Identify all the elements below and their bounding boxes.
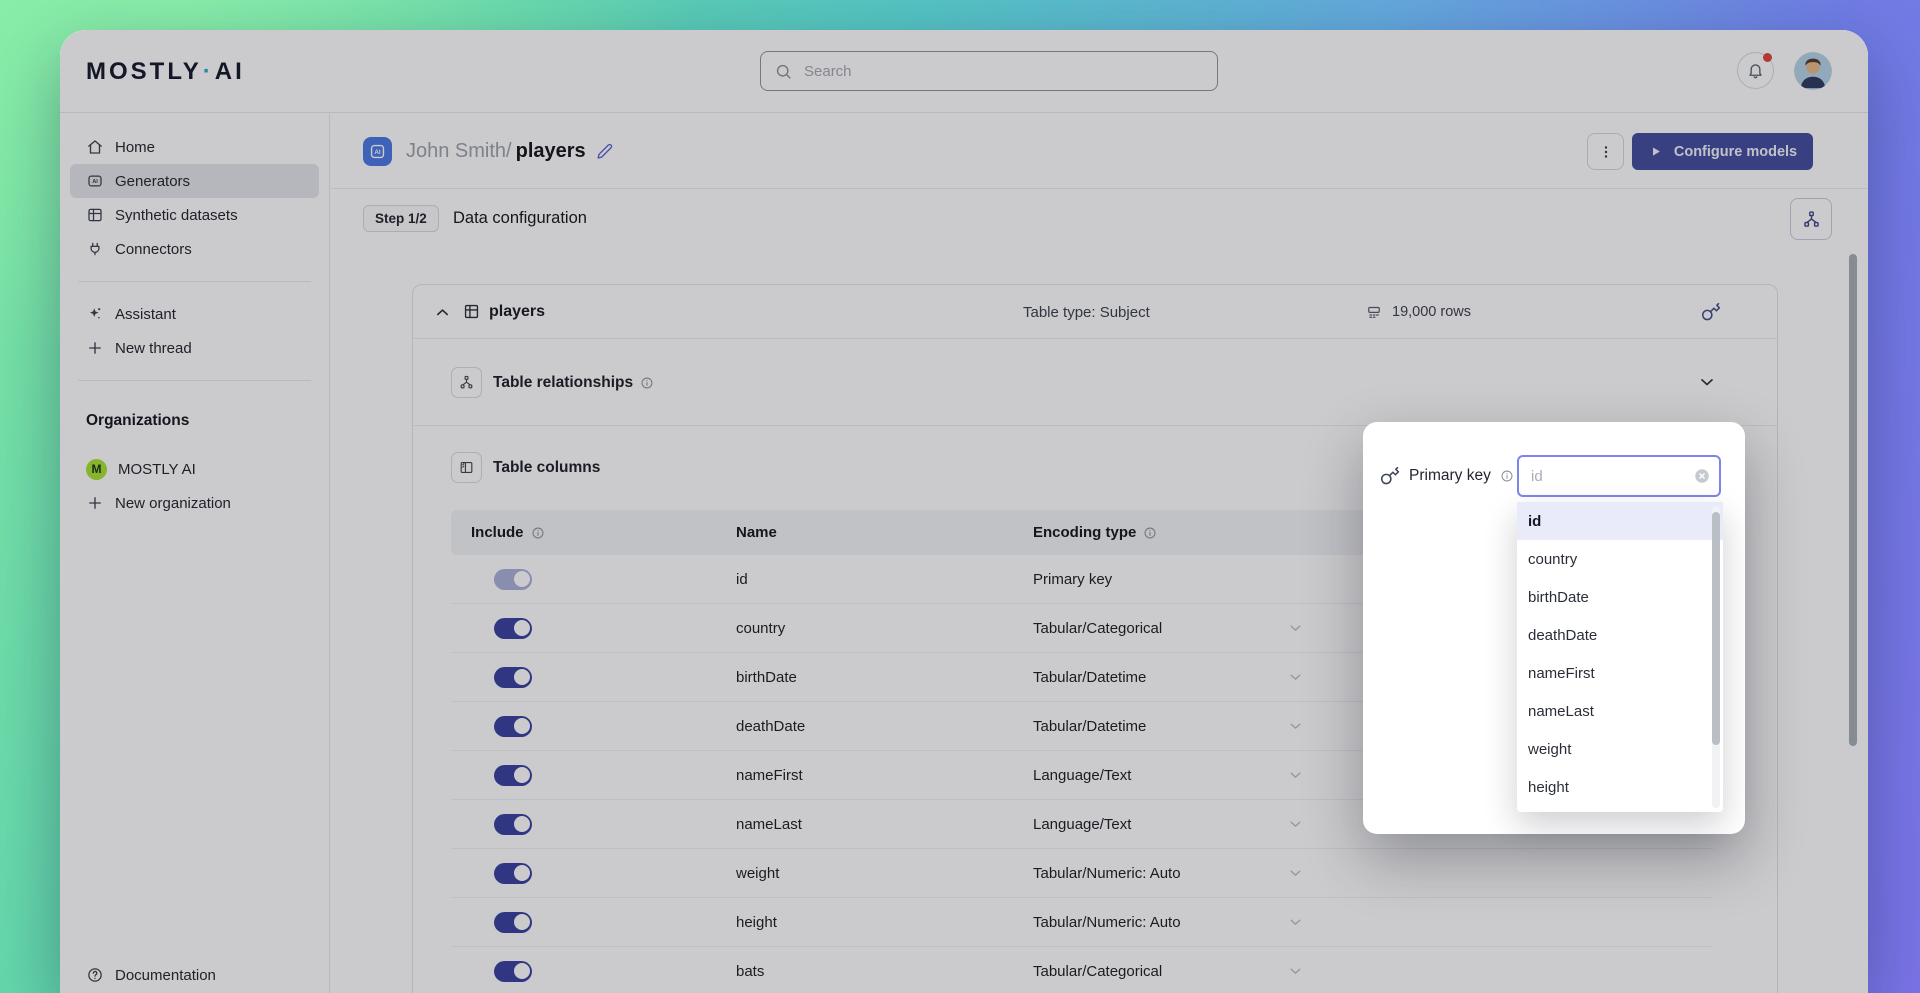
primary-key-label: Primary key [1409, 467, 1491, 485]
pk-option[interactable]: id [1517, 502, 1723, 540]
pk-option[interactable]: weight [1517, 730, 1723, 768]
primary-key-dropdown: id country birthDate deathDate nameFirst… [1517, 502, 1723, 812]
pk-option[interactable]: birthDate [1517, 578, 1723, 616]
clear-input-icon[interactable] [1693, 467, 1711, 485]
pk-option[interactable]: nameFirst [1517, 654, 1723, 692]
key-icon [1380, 466, 1400, 486]
primary-key-popup: Primary key id country birthDate deathDa… [1363, 422, 1745, 834]
primary-key-input[interactable] [1517, 455, 1721, 497]
primary-key-label-row: Primary key [1380, 455, 1514, 497]
pk-option[interactable]: nameLast [1517, 692, 1723, 730]
pk-option[interactable]: country [1517, 540, 1723, 578]
pk-option[interactable]: height [1517, 768, 1723, 806]
dropdown-scrollbar-thumb[interactable] [1712, 512, 1720, 745]
info-icon [1500, 469, 1514, 483]
pk-option[interactable]: deathDate [1517, 616, 1723, 654]
